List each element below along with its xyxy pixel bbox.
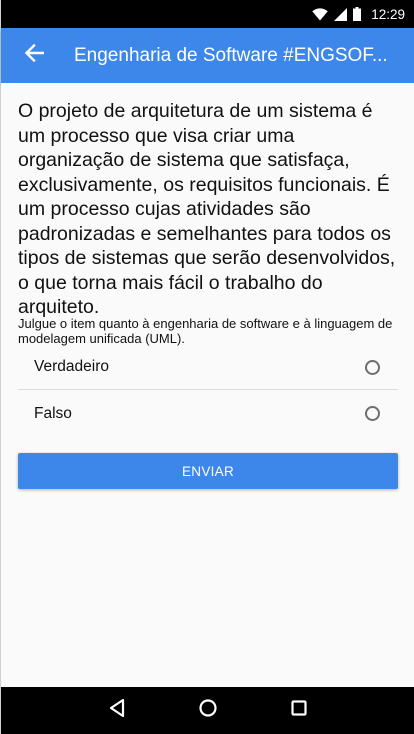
nav-home-button[interactable] [188, 691, 228, 731]
status-time: 12:29 [371, 6, 405, 22]
radio-button-verdadeiro[interactable] [365, 359, 380, 375]
app-bar: Engenharia de Software #ENGSOF... [1, 28, 414, 83]
question-text: O projeto de arquitetura de um sistema é… [18, 100, 396, 318]
home-circle-icon [198, 698, 218, 723]
back-triangle-icon [108, 698, 126, 723]
arrow-left-icon [24, 43, 45, 67]
option-falso[interactable]: Falso [18, 391, 398, 436]
wifi-icon [312, 7, 329, 21]
option-label: Falso [34, 404, 72, 422]
option-verdadeiro[interactable]: Verdadeiro [18, 345, 398, 390]
screen: 12:29 Engenharia de Software #ENGSOF... … [0, 0, 414, 734]
cell-signal-icon [334, 7, 348, 21]
app-title: Engenharia de Software #ENGSOF... [74, 44, 388, 66]
question-content: O projeto de arquitetura de um sistema é… [1, 83, 414, 687]
radio-button-falso[interactable] [365, 406, 380, 421]
nav-back-button[interactable] [97, 691, 137, 731]
option-label: Verdadeiro [34, 358, 109, 375]
submit-button[interactable]: ENVIAR [18, 453, 398, 489]
back-button[interactable] [6, 28, 62, 83]
recents-square-icon [290, 699, 308, 722]
question-instruction: Julgue o item quanto à engenharia de sof… [18, 316, 393, 346]
navigation-bar [1, 687, 414, 734]
status-bar: 12:29 [1, 0, 414, 28]
nav-recents-button[interactable] [279, 691, 319, 731]
battery-icon [353, 7, 362, 21]
